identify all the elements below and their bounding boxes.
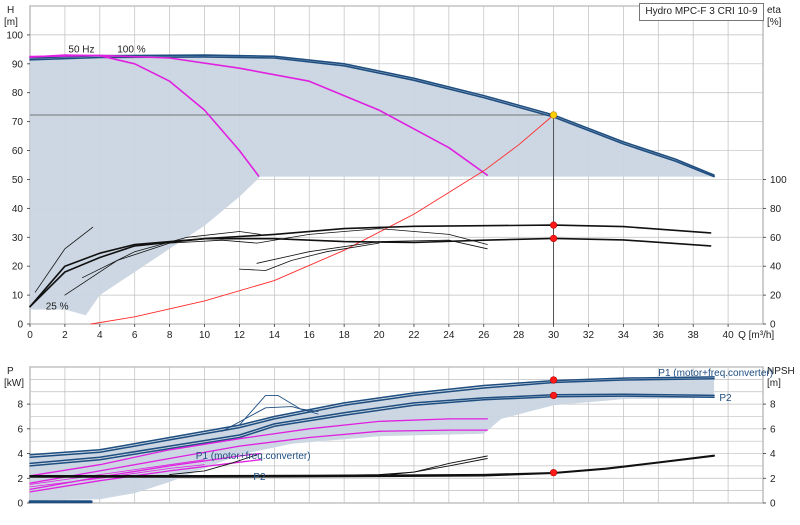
top-y-label-right: eta [767,5,781,16]
top-y-tick-label-right: 20 [770,291,782,302]
top-y-tick-label-left: 100 [6,30,23,41]
top-y-tick-label-left: 90 [12,59,24,70]
top-y-tick-label-left: 30 [12,233,24,244]
top-operating-point-2 [549,234,558,243]
top-x-tick-label: 34 [618,330,630,341]
top-y-tick-label-right: 100 [770,175,787,186]
top-y-tick-label-left: 10 [12,291,24,302]
bottom-series-label-1: P2 [253,472,266,483]
top-x-tick-label: 38 [688,330,700,341]
bottom-y-label-right-unit: [m] [767,378,781,389]
top-y-tick-label-left: 40 [12,204,24,215]
top-x-tick-label: 4 [97,330,103,341]
top-x-tick-label: 0 [27,330,33,341]
top-x-tick-label: 2 [62,330,68,341]
top-y-tick-label-right: 60 [770,233,782,244]
bottom-y-label-left-unit: [kW] [4,378,24,389]
bottom-series-label-3: P2 [719,393,732,404]
bottom-y-label-left: P [7,366,14,377]
top-x-label: Q [m³/h] [738,330,774,341]
top-x-tick-label: 32 [583,330,595,341]
top-y-tick-label-right: 80 [770,204,782,215]
top-x-tick-label: 14 [269,330,281,341]
bottom-y-tick-label-left: 4 [17,449,23,460]
pump-performance-chart: 0 10 20 30 40 50 60 70 80 90 100 0 20 40 60 80 100 H [m] et… [0,0,800,520]
top-x-tick-label: 18 [339,330,351,341]
top-annotation-0: 50 Hz [68,44,94,55]
top-x-tick-label: 26 [478,330,490,341]
top-x-tick-label: 24 [443,330,455,341]
top-y-tick-label-right: 40 [770,262,782,273]
top-x-tick-label: 22 [408,330,420,341]
top-x-tick-label: 16 [304,330,316,341]
top-x-tick-label: 30 [548,330,560,341]
top-operating-point-0 [549,111,558,119]
top-y-tick-label-left: 0 [17,320,23,331]
bottom-y-tick-label-left: 6 [17,424,23,435]
bottom-y-tick-label-right: 8 [770,400,776,411]
bottom-series-label-0: P1 (motor+freq.converter) [196,451,311,462]
top-y-label-right-unit: [%] [767,17,782,28]
bottom-y-tick-label-right: 4 [770,449,776,460]
top-x-tick-label: 40 [723,330,735,341]
bottom-y-tick-label-right: 0 [770,499,776,510]
bottom-y-tick-label-left: 2 [17,474,23,485]
bottom-operating-point-1 [549,391,558,400]
top-y-tick-label-left: 50 [12,175,24,186]
top-annotation-2: 25 % [46,302,69,313]
top-x-tick-label: 28 [513,330,525,341]
top-x-tick-label: 10 [199,330,211,341]
top-y-tick-label-left: 20 [12,262,24,273]
bottom-y-tick-label-right: 6 [770,424,776,435]
top-y-tick-label-right: 0 [770,320,776,331]
bottom-y-tick-label-right: 2 [770,474,776,485]
bottom-y-tick-label-left: 8 [17,400,23,411]
top-y-label-left: H [7,5,14,16]
bottom-operating-point-0 [549,376,558,384]
top-x-tick-label: 12 [234,330,246,341]
bottom-series-label-2: P1 (motor+freq.converter) [658,368,773,379]
top-x-tick-label: 8 [167,330,173,341]
top-y-tick-label-left: 60 [12,146,24,157]
top-y-tick-label-left: 70 [12,117,24,128]
top-x-tick-label: 20 [373,330,385,341]
top-y-label-left-unit: [m] [4,17,18,28]
top-x-tick-label: 36 [653,330,665,341]
top-y-tick-label-left: 80 [12,88,24,99]
top-x-tick-label: 6 [132,330,138,341]
pump-model-title: Hydro MPC-F 3 CRI 10-9 [639,3,764,21]
chart-canvas: 0102030405060708090100020406080100H[m]et… [4,5,795,510]
bottom-y-tick-label-left: 0 [17,499,23,510]
bottom-operating-point-2 [549,469,558,477]
top-annotation-1: 100 % [117,44,145,55]
top-operating-point-1 [549,221,558,229]
